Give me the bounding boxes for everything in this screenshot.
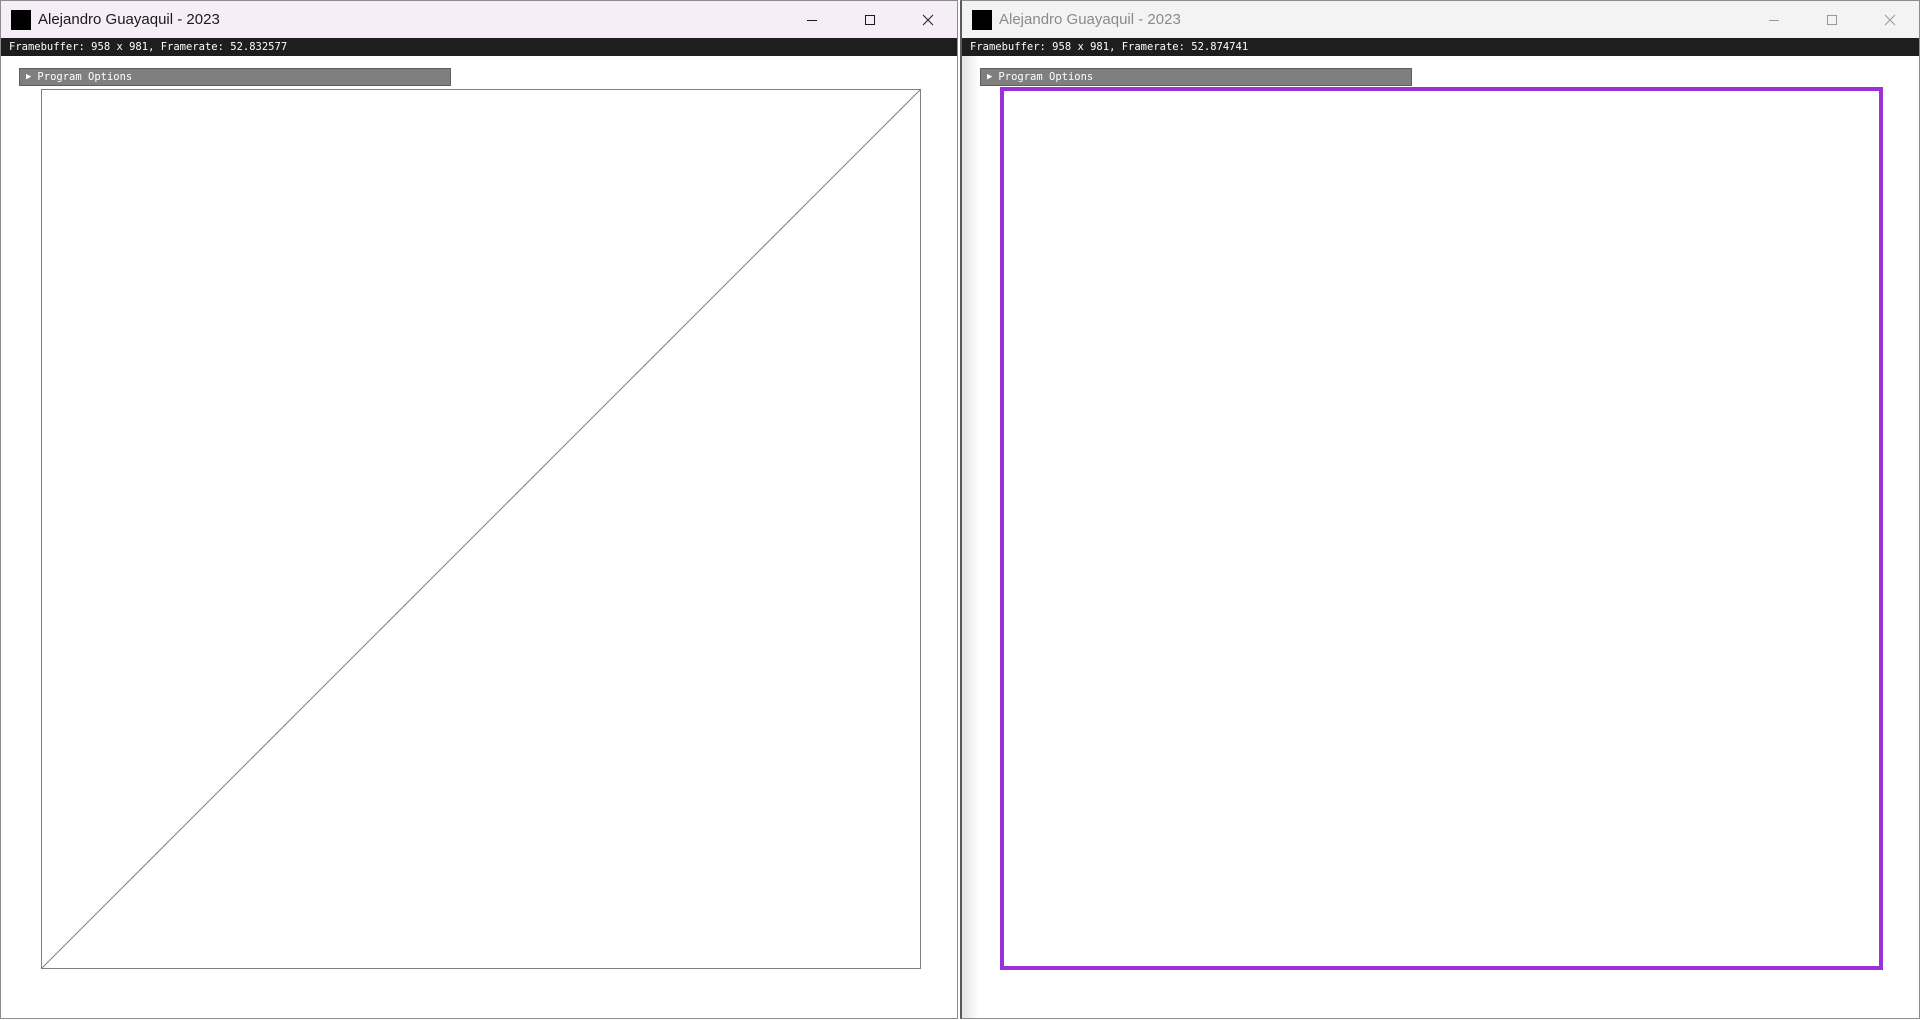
maximize-button[interactable] (1803, 1, 1861, 38)
minimize-icon (807, 19, 817, 21)
app-icon (972, 9, 992, 30)
framebuffer-info: Framebuffer: 958 x 981, Framerate: 52.87… (962, 38, 1919, 56)
title-bar[interactable]: Alejandro Guayaquil - 2023 (962, 1, 1919, 38)
window-title: Alejandro Guayaquil - 2023 (38, 11, 220, 28)
maximize-icon (1827, 14, 1837, 25)
window-title: Alejandro Guayaquil - 2023 (999, 11, 1181, 28)
render-canvas (41, 89, 921, 969)
app-icon (11, 9, 31, 30)
window-controls (1745, 1, 1919, 38)
render-viewport[interactable]: ▶ Program Options (962, 56, 1919, 1018)
desktop: Alejandro Guayaquil - 2023 Framebuffer: … (0, 0, 1920, 1020)
window-controls (783, 1, 957, 38)
close-button[interactable] (1861, 1, 1919, 38)
render-canvas (1000, 87, 1883, 970)
minimize-button[interactable] (783, 1, 841, 38)
maximize-icon (865, 14, 875, 25)
minimize-icon (1769, 19, 1779, 21)
triangle-right-icon: ▶ (987, 72, 993, 82)
app-window-left[interactable]: Alejandro Guayaquil - 2023 Framebuffer: … (0, 0, 958, 1019)
framebuffer-info: Framebuffer: 958 x 981, Framerate: 52.83… (1, 38, 957, 56)
diagonal-line (41, 89, 921, 969)
close-button[interactable] (899, 1, 957, 38)
maximize-button[interactable] (841, 1, 899, 38)
minimize-button[interactable] (1745, 1, 1803, 38)
triangle-right-icon: ▶ (26, 72, 32, 82)
program-options-header[interactable]: ▶ Program Options (19, 68, 451, 86)
program-options-header[interactable]: ▶ Program Options (980, 68, 1412, 86)
program-options-label: Program Options (37, 71, 133, 83)
render-viewport[interactable]: ▶ Program Options (1, 56, 957, 1018)
close-icon (922, 14, 934, 25)
program-options-label: Program Options (998, 71, 1094, 83)
app-window-right[interactable]: Alejandro Guayaquil - 2023 Framebuffer: … (960, 0, 1920, 1019)
close-icon (1884, 14, 1896, 25)
square-outline (1000, 87, 1883, 970)
title-bar[interactable]: Alejandro Guayaquil - 2023 (1, 1, 957, 38)
